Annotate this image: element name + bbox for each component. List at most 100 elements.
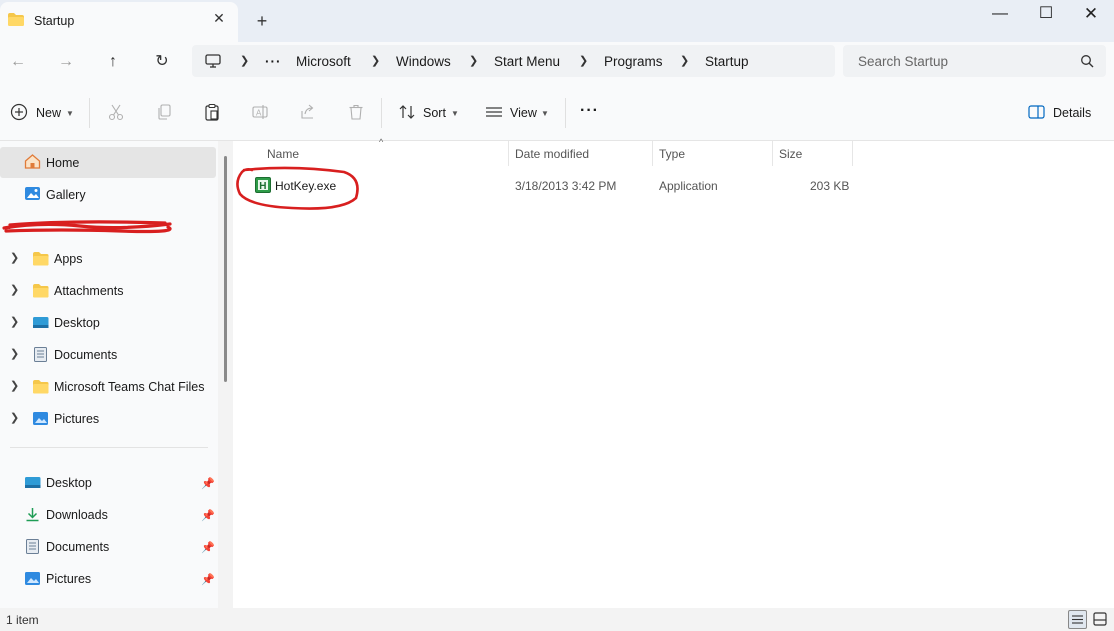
- quick-access-desktop[interactable]: Desktop: [46, 476, 92, 490]
- chevron-right-icon[interactable]: ❯: [680, 54, 689, 67]
- desktop-icon: [25, 477, 41, 488]
- column-header-date-modified[interactable]: Date modified: [515, 147, 589, 161]
- cut-icon[interactable]: [107, 103, 125, 121]
- item-count: 1 item: [6, 613, 39, 627]
- pin-icon[interactable]: 📌: [201, 477, 215, 490]
- view-icon[interactable]: [485, 103, 503, 121]
- file-size: 203 KB: [810, 179, 850, 193]
- rename-icon[interactable]: A: [251, 103, 269, 121]
- tab-close-button[interactable]: ✕: [211, 10, 227, 26]
- breadcrumb-overflow-button[interactable]: ···: [265, 54, 282, 69]
- details-pane-icon[interactable]: [1028, 105, 1045, 119]
- sidebar-item-teams-chat-files[interactable]: Microsoft Teams Chat Files: [54, 380, 205, 394]
- column-header-name[interactable]: Name: [267, 147, 299, 161]
- copy-icon[interactable]: [155, 103, 173, 121]
- quick-access-documents[interactable]: Documents: [46, 540, 109, 554]
- details-button[interactable]: Details: [1053, 106, 1091, 120]
- tiles-view-icon[interactable]: [1092, 611, 1108, 627]
- tab-title: Startup: [34, 14, 75, 28]
- redaction-scribble: [2, 220, 172, 234]
- column-header-type[interactable]: Type: [659, 147, 685, 161]
- file-list[interactable]: [233, 141, 1114, 608]
- search-icon[interactable]: [1080, 54, 1094, 68]
- desktop-icon: [33, 317, 49, 328]
- chevron-down-icon[interactable]: ▼: [66, 109, 74, 118]
- chevron-right-icon[interactable]: ❯: [10, 251, 19, 264]
- new-plus-icon[interactable]: [10, 103, 28, 121]
- breadcrumb-start-menu[interactable]: Start Menu: [494, 54, 560, 69]
- share-icon[interactable]: [299, 103, 317, 121]
- delete-icon[interactable]: [347, 103, 365, 121]
- divider: [10, 447, 208, 448]
- chevron-down-icon[interactable]: ▼: [451, 109, 459, 118]
- breadcrumb-startup[interactable]: Startup: [705, 54, 749, 69]
- svg-text:A: A: [256, 109, 262, 118]
- paste-icon[interactable]: [203, 103, 221, 121]
- red-circle-annotation: [236, 166, 359, 210]
- breadcrumb-windows[interactable]: Windows: [396, 54, 451, 69]
- column-divider[interactable]: [652, 141, 653, 166]
- download-icon: [26, 508, 39, 522]
- column-header-size[interactable]: Size: [779, 147, 802, 161]
- folder-icon: [8, 13, 24, 26]
- sidebar-item-label: Home: [46, 156, 80, 170]
- quick-access-downloads[interactable]: Downloads: [46, 508, 108, 522]
- close-window-button[interactable]: ✕: [1081, 4, 1101, 24]
- pin-icon[interactable]: 📌: [201, 573, 215, 586]
- chevron-right-icon[interactable]: ❯: [10, 315, 19, 328]
- more-options-button[interactable]: ···: [580, 102, 599, 120]
- column-divider[interactable]: [772, 141, 773, 166]
- sidebar-item-gallery[interactable]: Gallery: [46, 188, 86, 202]
- sort-button[interactable]: Sort: [423, 106, 446, 120]
- divider: [565, 98, 566, 128]
- list-view-icon: [1072, 615, 1083, 624]
- chevron-right-icon[interactable]: ❯: [469, 54, 478, 67]
- home-icon: [24, 154, 41, 169]
- back-button[interactable]: ←: [6, 52, 30, 72]
- pin-icon[interactable]: 📌: [201, 509, 215, 522]
- details-view-button[interactable]: [1068, 610, 1087, 629]
- pictures-icon: [25, 572, 40, 585]
- forward-button[interactable]: →: [54, 52, 78, 72]
- divider: [381, 98, 382, 128]
- view-button[interactable]: View: [510, 106, 537, 120]
- column-divider[interactable]: [852, 141, 853, 166]
- chevron-right-icon[interactable]: ❯: [10, 379, 19, 392]
- gallery-icon: [25, 187, 40, 200]
- chevron-down-icon[interactable]: ▼: [541, 109, 549, 118]
- sort-icon[interactable]: [398, 103, 416, 121]
- refresh-button[interactable]: ↻: [150, 52, 174, 72]
- status-bar: [0, 608, 1114, 631]
- chevron-right-icon[interactable]: ❯: [371, 54, 380, 67]
- pictures-icon: [33, 412, 48, 425]
- chevron-right-icon[interactable]: ❯: [10, 347, 19, 360]
- file-type: Application: [659, 179, 718, 193]
- sidebar-item-documents[interactable]: Documents: [54, 348, 117, 362]
- pin-icon[interactable]: 📌: [201, 541, 215, 554]
- sidebar-item-attachments[interactable]: Attachments: [54, 284, 123, 298]
- sort-ascending-icon: ^: [379, 137, 384, 147]
- sidebar-item-pictures[interactable]: Pictures: [54, 412, 99, 426]
- file-date-modified: 3/18/2013 3:42 PM: [515, 179, 617, 193]
- divider: [89, 98, 90, 128]
- minimize-button[interactable]: —: [990, 4, 1010, 24]
- chevron-right-icon[interactable]: ❯: [10, 411, 19, 424]
- folder-icon: [33, 252, 49, 266]
- quick-access-pictures[interactable]: Pictures: [46, 572, 91, 586]
- sidebar-item-apps[interactable]: Apps: [54, 252, 83, 266]
- folder-icon: [33, 380, 49, 394]
- chevron-right-icon[interactable]: ❯: [240, 54, 249, 67]
- new-tab-button[interactable]: +: [254, 12, 270, 30]
- breadcrumb-microsoft[interactable]: Microsoft: [296, 54, 351, 69]
- breadcrumb-programs[interactable]: Programs: [604, 54, 663, 69]
- new-button[interactable]: New: [36, 106, 61, 120]
- maximize-button[interactable]: ☐: [1036, 4, 1056, 24]
- up-button[interactable]: ↑: [101, 52, 125, 72]
- sidebar-scrollbar[interactable]: [224, 156, 227, 382]
- sidebar-item-desktop[interactable]: Desktop: [54, 316, 100, 330]
- chevron-right-icon[interactable]: ❯: [10, 283, 19, 296]
- this-pc-icon[interactable]: [205, 54, 221, 68]
- column-divider[interactable]: [508, 141, 509, 166]
- chevron-right-icon[interactable]: ❯: [579, 54, 588, 67]
- search-placeholder[interactable]: Search Startup: [858, 54, 948, 69]
